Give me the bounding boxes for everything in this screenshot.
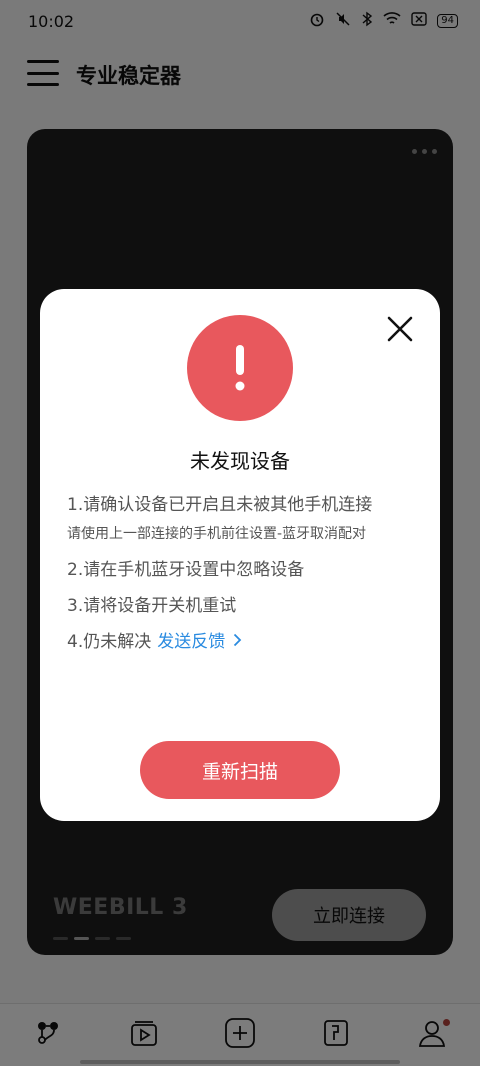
troubleshoot-steps: 1.请确认设备已开启且未被其他手机连接 请使用上一部连接的手机前往设置-蓝牙取消… (67, 493, 427, 654)
step-1-note: 请使用上一部连接的手机前往设置-蓝牙取消配对 (67, 526, 367, 542)
send-feedback-link[interactable]: 发送反馈 (157, 630, 242, 654)
chevron-right-icon (233, 630, 242, 654)
no-device-dialog: 未发现设备 1.请确认设备已开启且未被其他手机连接 请使用上一部连接的手机前往设… (40, 289, 440, 821)
close-button[interactable] (386, 315, 414, 343)
step-4: 4.仍未解决 发送反馈 (67, 630, 427, 654)
alert-icon (187, 315, 293, 421)
send-feedback-label: 发送反馈 (157, 632, 226, 652)
step-2: 2.请在手机蓝牙设置中忽略设备 (67, 560, 305, 580)
close-icon (387, 316, 413, 342)
step-4-text: 4.仍未解决 (67, 632, 152, 652)
dialog-title: 未发现设备 (190, 449, 290, 473)
rescan-button[interactable]: 重新扫描 (140, 741, 340, 799)
step-3: 3.请将设备开关机重试 (67, 596, 237, 616)
step-1: 1.请确认设备已开启且未被其他手机连接 (67, 495, 373, 515)
